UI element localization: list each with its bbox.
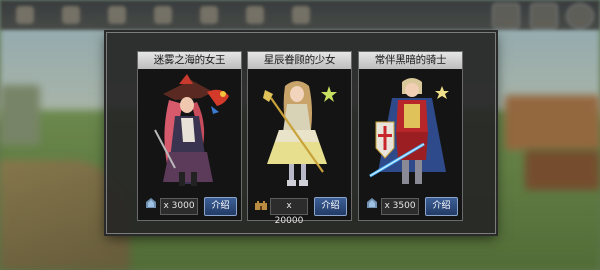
hud-resource-icon bbox=[154, 6, 172, 24]
character-portrait bbox=[362, 72, 459, 190]
crystal-icon bbox=[367, 198, 377, 208]
unlock-cost: x 3000 bbox=[160, 198, 198, 215]
character-card-star-maiden[interactable]: 星辰眷顾的少女 x 20000 介绍 bbox=[247, 51, 352, 226]
character-portrait bbox=[141, 72, 238, 190]
hud-resource-icon bbox=[62, 6, 80, 24]
unlock-cost: x 20000 bbox=[270, 198, 308, 226]
hud-resource-icon bbox=[246, 6, 264, 24]
introduction-button[interactable]: 介绍 bbox=[425, 197, 458, 216]
card-footer: x 3500 介绍 bbox=[359, 193, 462, 220]
top-hud-bar bbox=[0, 0, 600, 30]
mail-button[interactable] bbox=[492, 3, 520, 29]
character-name: 常伴黑暗的骑士 bbox=[359, 52, 462, 69]
unlock-cost: x 3500 bbox=[381, 198, 419, 215]
character-card-sea-queen[interactable]: 迷雾之海的女王 x 3000 介绍 bbox=[137, 51, 242, 221]
hud-resource-icon bbox=[108, 6, 126, 24]
hud-resource-icon bbox=[200, 6, 218, 24]
crystal-icon bbox=[146, 198, 156, 208]
character-name: 迷雾之海的女王 bbox=[138, 52, 241, 69]
hud-resource-icon bbox=[16, 6, 34, 24]
dark-knight-illustration bbox=[362, 72, 459, 190]
character-name: 星辰眷顾的少女 bbox=[248, 52, 351, 69]
introduction-button[interactable]: 介绍 bbox=[314, 197, 347, 216]
card-footer: x 20000 介绍 bbox=[248, 193, 351, 226]
introduction-button[interactable]: 介绍 bbox=[204, 197, 237, 216]
star-maiden-illustration bbox=[251, 72, 348, 190]
hud-resource-icon bbox=[292, 6, 310, 24]
character-portrait bbox=[251, 72, 348, 190]
shop-button[interactable] bbox=[530, 3, 558, 29]
pirate-queen-illustration bbox=[141, 72, 238, 190]
settings-button[interactable] bbox=[566, 3, 594, 29]
castle-icon bbox=[255, 201, 267, 210]
character-selection-dialog: 迷雾之海的女王 x 3000 介绍 星辰眷顾的少女 x 20000 介绍 常伴黑… bbox=[106, 32, 496, 234]
character-card-dark-knight[interactable]: 常伴黑暗的骑士 x 3500 介绍 bbox=[358, 51, 463, 221]
card-footer: x 3000 介绍 bbox=[138, 193, 241, 220]
